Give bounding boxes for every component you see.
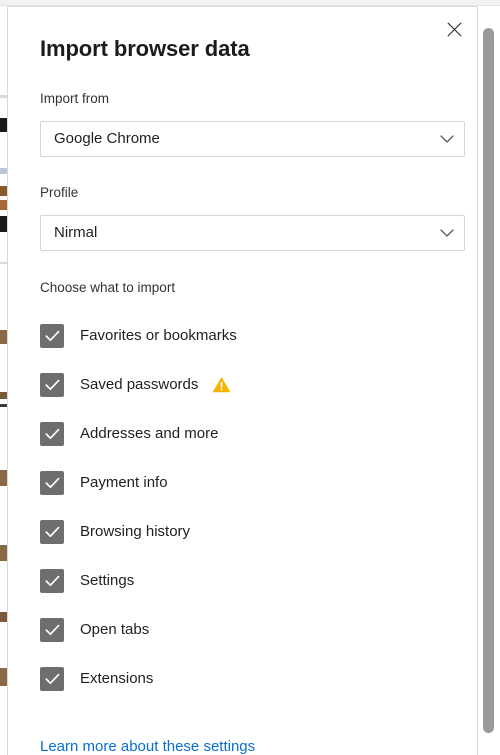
- list-item-label: Saved passwords: [80, 375, 199, 393]
- list-item[interactable]: Addresses and more: [8, 409, 477, 458]
- checkbox-checked[interactable]: [40, 372, 64, 397]
- profile-dropdown[interactable]: Nirmal: [40, 215, 465, 251]
- profile-label: Profile: [40, 185, 79, 200]
- import-browser-data-dialog: Import browser data Import from Google C…: [7, 6, 478, 755]
- list-item-label: Open tabs: [80, 620, 150, 638]
- list-item-label: Favorites or bookmarks: [80, 326, 237, 344]
- list-item[interactable]: Favorites or bookmarks: [8, 311, 477, 360]
- list-item-label: Addresses and more: [80, 424, 219, 442]
- list-item[interactable]: Saved passwords: [8, 360, 477, 409]
- chevron-down-icon: [430, 134, 464, 144]
- checkbox-checked[interactable]: [40, 519, 64, 544]
- checkbox-checked[interactable]: [40, 323, 64, 348]
- checkbox-checked[interactable]: [40, 617, 64, 642]
- import-from-label: Import from: [40, 91, 110, 106]
- list-item-label: Browsing history: [80, 522, 191, 540]
- list-item[interactable]: Extensions: [8, 654, 477, 703]
- chevron-down-icon: [430, 228, 464, 238]
- import-items-list: Favorites or bookmarks Saved passwords A…: [8, 311, 477, 703]
- checkbox-checked[interactable]: [40, 470, 64, 495]
- list-item[interactable]: Browsing history: [8, 507, 477, 556]
- list-item[interactable]: Open tabs: [8, 605, 477, 654]
- checkbox-checked[interactable]: [40, 568, 64, 593]
- background-page-sliver: [0, 0, 7, 755]
- import-from-value: Google Chrome: [54, 130, 160, 147]
- checkbox-checked[interactable]: [40, 421, 64, 446]
- list-item[interactable]: Payment info: [8, 458, 477, 507]
- vertical-scrollbar-thumb[interactable]: [483, 28, 494, 733]
- page-root: Import browser data Import from Google C…: [0, 0, 500, 755]
- warning-triangle-icon[interactable]: [212, 376, 231, 393]
- dialog-title: Import browser data: [40, 36, 250, 61]
- close-button[interactable]: [437, 13, 471, 45]
- learn-more-link[interactable]: Learn more about these settings: [40, 737, 255, 755]
- profile-value: Nirmal: [54, 224, 98, 241]
- choose-what-to-import-label: Choose what to import: [40, 280, 176, 295]
- list-item[interactable]: Settings: [8, 556, 477, 605]
- close-icon: [446, 21, 462, 37]
- list-item-label: Extensions: [80, 669, 154, 687]
- import-from-dropdown[interactable]: Google Chrome: [40, 121, 465, 157]
- list-item-label: Payment info: [80, 473, 168, 491]
- vertical-scrollbar-track[interactable]: [478, 6, 500, 755]
- list-item-label: Settings: [80, 571, 135, 589]
- dialog-content: Import browser data Import from Google C…: [8, 7, 477, 755]
- checkbox-checked[interactable]: [40, 666, 64, 691]
